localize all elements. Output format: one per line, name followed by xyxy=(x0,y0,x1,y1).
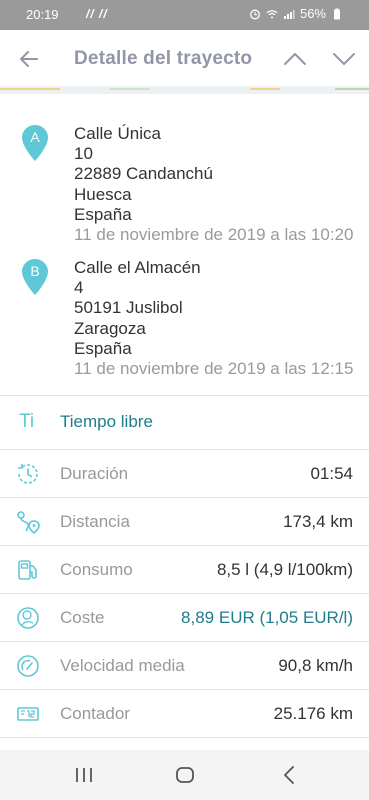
notification-icons: // // xyxy=(86,7,108,21)
status-right: 56% xyxy=(249,6,343,21)
coin-leaf-icon xyxy=(17,607,39,629)
divider xyxy=(0,737,369,738)
end-address: Calle el Almacén 4 50191 Juslibol Zarago… xyxy=(74,258,353,379)
duration-value: 01:54 xyxy=(310,464,353,483)
system-back-icon[interactable] xyxy=(277,762,303,788)
wifi-icon xyxy=(266,9,278,18)
divider xyxy=(0,395,369,396)
cost-value: 8,89 EUR (1,05 EUR/l) xyxy=(181,608,353,627)
back-arrow-icon[interactable] xyxy=(14,44,44,74)
clock-rotate-icon xyxy=(18,464,38,484)
system-nav-bar xyxy=(0,750,369,800)
route-pin-icon xyxy=(17,511,40,535)
end-street: Calle el Almacén xyxy=(74,258,201,277)
pin-a-letter: A xyxy=(30,129,40,145)
start-address: Calle Única 10 22889 Candanchú Huesca Es… xyxy=(74,124,353,245)
odometer-value: 25.176 km xyxy=(273,704,353,723)
start-timestamp: 11 de noviembre de 2019 a las 10:20 xyxy=(74,225,354,245)
trip-type-label: Tiempo libre xyxy=(60,412,153,431)
start-country: España xyxy=(74,204,132,224)
avg-speed-row: Velocidad media 90,8 km/h xyxy=(0,642,369,690)
trip-type-icon: Ti xyxy=(19,411,35,432)
location-pin-b-icon: B xyxy=(22,259,48,295)
speedometer-icon xyxy=(17,655,39,677)
odometer-icon xyxy=(17,707,39,721)
signal-icon xyxy=(283,9,295,19)
end-number: 4 xyxy=(74,278,84,298)
consumption-row: Consumo 8,5 l (4,9 l/100km) xyxy=(0,546,369,594)
odometer-label: Contador xyxy=(60,704,130,723)
duration-row: Duración 01:54 xyxy=(0,450,369,498)
start-number: 10 xyxy=(74,144,93,164)
start-postal-city: 22889 Candanchú xyxy=(74,164,213,184)
status-bar: 20:19 // // 56% xyxy=(0,0,369,30)
consumption-value: 8,5 l (4,9 l/100km) xyxy=(216,560,353,579)
cost-row: Coste 8,89 EUR (1,05 EUR/l) xyxy=(0,594,369,642)
start-province: Huesca xyxy=(74,184,132,204)
status-time: 20:19 xyxy=(26,7,59,22)
page-title: Detalle del trayecto xyxy=(74,48,253,69)
distance-label: Distancia xyxy=(60,512,130,531)
end-postal-city: 50191 Juslibol xyxy=(74,298,183,318)
end-country: España xyxy=(74,338,132,358)
recent-apps-icon[interactable] xyxy=(71,762,97,788)
consumption-label: Consumo xyxy=(60,560,133,579)
cost-label: Coste xyxy=(60,608,105,627)
app-bar: Detalle del trayecto xyxy=(0,30,369,86)
fuel-pump-icon xyxy=(18,560,37,580)
map-preview[interactable] xyxy=(0,86,369,94)
location-pin-a-icon: A xyxy=(22,125,48,161)
trip-type-row[interactable]: Ti Tiempo libre xyxy=(0,398,369,446)
avg-speed-label: Velocidad media xyxy=(60,656,185,675)
distance-row: Distancia 173,4 km xyxy=(0,498,369,546)
avg-speed-value: 90,8 km/h xyxy=(278,656,353,675)
battery-percent: 56% xyxy=(299,6,326,21)
duration-label: Duración xyxy=(60,464,129,483)
end-province: Zaragoza xyxy=(74,318,146,338)
alarm-icon xyxy=(250,9,260,19)
start-street: Calle Única xyxy=(74,124,161,143)
chevron-up-icon[interactable] xyxy=(281,45,309,73)
odometer-row: Contador 25.176 km xyxy=(0,690,369,738)
chevron-down-icon[interactable] xyxy=(330,45,358,73)
battery-icon xyxy=(334,8,340,19)
distance-value: 173,4 km xyxy=(283,512,353,531)
pin-b-letter: B xyxy=(30,263,39,279)
home-icon[interactable] xyxy=(172,762,198,788)
end-timestamp: 11 de noviembre de 2019 a las 12:15 xyxy=(74,359,354,379)
